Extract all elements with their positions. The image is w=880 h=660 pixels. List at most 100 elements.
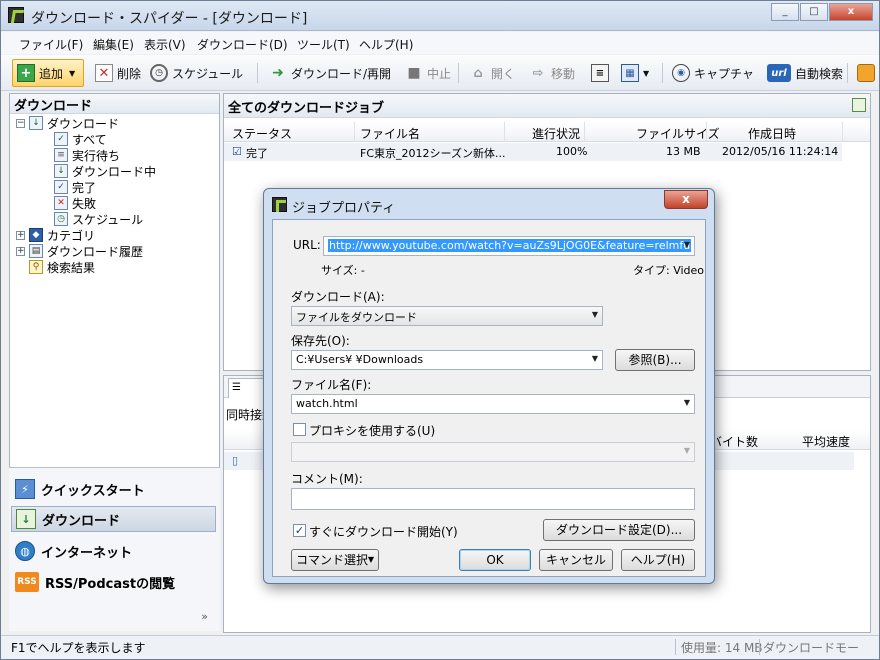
table-row[interactable]: ☑ 完了 FC東京_2012シーズン新体... 100% 13 MB 2012/…	[224, 143, 842, 161]
column-created[interactable]: 作成日時	[748, 125, 796, 142]
clipboard-icon: ≡	[591, 64, 609, 82]
start-immediately-checkbox[interactable]: ✓	[293, 524, 306, 537]
chevron-down-icon: ▼	[643, 68, 650, 78]
nav-internet[interactable]: ◍ インターネット	[11, 538, 216, 564]
maximize-button[interactable]: □	[800, 3, 828, 21]
chevron-right-icon[interactable]: »	[201, 610, 208, 623]
column-avg-speed[interactable]: 平均速度	[802, 433, 850, 450]
proxy-checkbox[interactable]	[293, 423, 306, 436]
toolbar-separator	[847, 63, 848, 83]
save-location-field[interactable]: C:¥Users¥ ¥Downloads	[291, 350, 603, 370]
more-tools-button[interactable]	[853, 59, 880, 87]
menu-bar: ファイル(F) 編集(E) 表示(V) ダウンロード(D) ツール(T) ヘルプ…	[1, 32, 879, 54]
download-resume-button[interactable]: ➜ ダウンロード/再開	[265, 59, 395, 87]
command-select-button[interactable]: コマンド選択 ▼	[291, 549, 379, 571]
auto-search-button[interactable]: url 自動検索	[763, 59, 847, 87]
status-bar: F1でヘルプを表示します 使用量: 14 MB ダウンロードモー	[1, 635, 879, 659]
column-separator	[842, 122, 843, 142]
clock-icon: ◷	[54, 212, 68, 226]
tree-item-all[interactable]: ✓ すべて	[54, 131, 107, 147]
delete-button[interactable]: ✕ 削除	[91, 59, 145, 87]
status-separator	[759, 639, 760, 655]
cancel-button[interactable]: キャンセル	[539, 549, 613, 571]
tab-connections[interactable]: ☰	[228, 378, 268, 398]
column-progress[interactable]: 進行状況	[532, 125, 580, 142]
column-bytes[interactable]: バイト数	[710, 433, 758, 450]
row-date: 2012/05/16 11:24:14	[722, 145, 839, 158]
type-label: タイプ: Video	[633, 264, 705, 277]
tree-item-category[interactable]: + ◆ カテゴリ	[16, 227, 95, 243]
minimize-button[interactable]: _	[771, 3, 799, 21]
browse-button[interactable]: 参照(B)...	[615, 349, 695, 371]
menu-edit[interactable]: 編集(E)	[93, 36, 134, 53]
tree-item-scheduled[interactable]: ◷ スケジュール	[54, 211, 143, 227]
column-filesize[interactable]: ファイルサイズ	[636, 125, 720, 142]
status-help-text: F1でヘルプを表示します	[11, 641, 146, 655]
chevron-down-icon: ▼	[69, 68, 76, 78]
pane-options-icon[interactable]	[852, 98, 866, 112]
column-filename[interactable]: ファイル名	[360, 125, 420, 142]
row-filename: FC東京_2012シーズン新体...	[360, 147, 506, 160]
rss-icon: RSS	[15, 572, 39, 592]
tree-item-downloading[interactable]: ↓ ダウンロード中	[54, 163, 156, 179]
column-separator	[504, 122, 505, 142]
url-field[interactable]: http://www.youtube.com/watch?v=auZs9LjOG…	[323, 236, 695, 256]
job-properties-dialog: ジョブプロパティ x URL: http://www.youtube.com/w…	[263, 188, 715, 584]
nav-download[interactable]: ↓ ダウンロード	[11, 506, 216, 532]
globe-icon: ◍	[15, 541, 35, 561]
menu-download[interactable]: ダウンロード(D)	[197, 36, 288, 53]
row-status: 完了	[246, 147, 268, 160]
toolbar-separator	[458, 63, 459, 83]
tree-item-history[interactable]: + ▤ ダウンロード履歴	[16, 243, 143, 259]
proxy-select[interactable]	[291, 442, 695, 462]
nav-quickstart[interactable]: ⚡ クイックスタート	[11, 476, 216, 502]
dialog-title: ジョブプロパティ	[292, 201, 396, 216]
ok-button[interactable]: OK	[459, 549, 531, 571]
dialog-title-bar: ジョブプロパティ x	[264, 189, 714, 219]
expand-icon[interactable]: +	[16, 246, 25, 256]
download-settings-button[interactable]: ダウンロード設定(D)...	[543, 519, 695, 541]
grid-view-icon: ▦	[621, 64, 639, 82]
open-button[interactable]: ⌂ 開く	[465, 59, 519, 87]
download-folder-icon: ↓	[29, 116, 43, 130]
download-mode-select[interactable]: ファイルをダウンロード	[291, 306, 603, 326]
toolbar-separator	[662, 63, 663, 83]
capture-button[interactable]: ◉ キャプチャ	[668, 59, 758, 87]
url-icon: url	[767, 64, 791, 82]
nav-rss[interactable]: RSS RSS/Podcastの閲覧	[11, 569, 216, 595]
folder-open-icon: ⌂	[473, 65, 483, 81]
move-icon: ⇨	[532, 65, 544, 81]
comment-field[interactable]	[291, 488, 695, 510]
app-icon	[8, 7, 24, 23]
menu-view[interactable]: 表示(V)	[144, 36, 186, 53]
properties-button[interactable]: ≡	[587, 59, 617, 87]
help-button[interactable]: ヘルプ(H)	[621, 549, 695, 571]
tree-item-queued[interactable]: ≡ 実行待ち	[54, 147, 120, 163]
schedule-button[interactable]: ◷ スケジュール	[146, 59, 247, 87]
size-label: サイズ: -	[321, 264, 365, 277]
jobs-pane-title: 全てのダウンロードジョブ	[224, 94, 870, 118]
menu-help[interactable]: ヘルプ(H)	[359, 36, 413, 53]
tree-item-completed[interactable]: ✓ 完了	[54, 179, 96, 195]
move-button[interactable]: ⇨ 移動	[525, 59, 579, 87]
jobs-table-header: ステータス ファイル名 進行状況 ファイルサイズ 作成日時	[224, 122, 870, 142]
lightning-icon: ⚡	[15, 479, 35, 499]
window-controls: _ □ x	[770, 3, 873, 23]
menu-file[interactable]: ファイル(F)	[19, 36, 83, 53]
dialog-close-button[interactable]: x	[664, 190, 708, 209]
stop-button[interactable]: ■ 中止	[401, 59, 455, 87]
column-separator	[706, 122, 707, 142]
view-mode-button[interactable]: ▦ ▼	[617, 59, 653, 87]
tree-item-search-results[interactable]: ⚲ 検索結果	[29, 259, 95, 275]
tree-item-downloads[interactable]: − ↓ ダウンロード	[16, 115, 119, 131]
menu-tools[interactable]: ツール(T)	[297, 36, 350, 53]
stop-icon: ■	[407, 65, 421, 81]
expand-icon[interactable]: +	[16, 230, 25, 240]
tree-item-failed[interactable]: ✕ 失敗	[54, 195, 96, 211]
add-button[interactable]: + 追加 ▼	[12, 59, 84, 87]
window-title: ダウンロード・スパイダー - [ダウンロード]	[31, 11, 308, 27]
collapse-icon[interactable]: −	[16, 118, 25, 128]
close-button[interactable]: x	[829, 3, 873, 21]
filename-field[interactable]: watch.html	[291, 394, 695, 414]
column-status[interactable]: ステータス	[232, 125, 292, 142]
